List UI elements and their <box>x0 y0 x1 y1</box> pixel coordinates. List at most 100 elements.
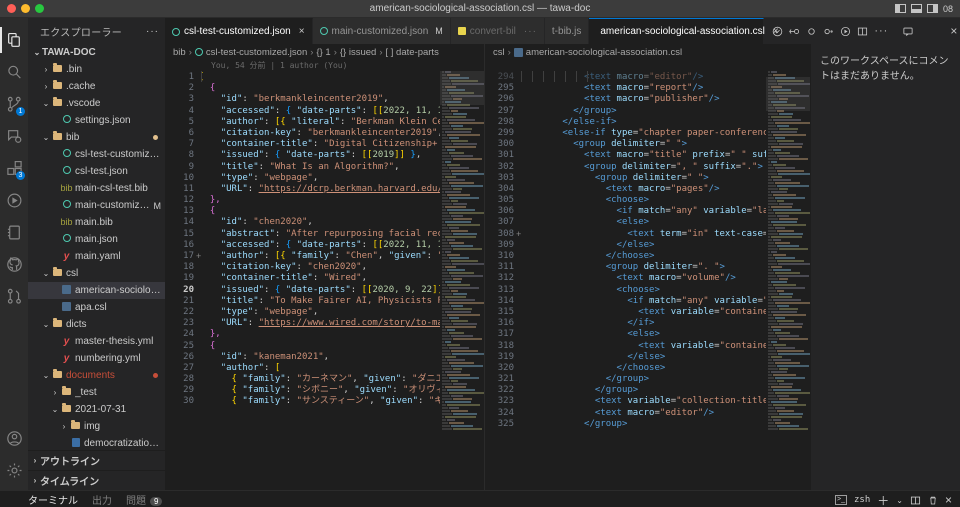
outline-section[interactable]: › アウトライン <box>28 450 165 470</box>
circle-icon[interactable] <box>806 26 817 37</box>
check-circle-icon[interactable] <box>772 26 783 37</box>
code-line[interactable]: [ <box>199 72 440 83</box>
code-line[interactable]: }, <box>199 195 440 206</box>
code-line[interactable]: "accessed": { "date-parts": [[2022, 11, … <box>199 106 440 117</box>
code-line[interactable]: <text variable="container-title" pr <box>519 307 766 318</box>
tree-item--cache[interactable]: › .cache <box>28 78 165 95</box>
code-line[interactable]: </else> <box>519 240 766 251</box>
code-line[interactable]: "id": "chen2020", <box>199 217 440 228</box>
code-line[interactable]: <text macro="pages"/> <box>519 184 766 195</box>
tree-item-img[interactable]: › img <box>28 418 165 435</box>
tree-item-democratization-term-pa-[interactable]: democratization_term-pa... <box>28 435 165 450</box>
minimize-window-button[interactable] <box>21 4 30 13</box>
explorer-more-icon[interactable]: ··· <box>146 26 159 37</box>
code-line[interactable]: "author": [{ "family": "Chen", "given": … <box>199 251 440 262</box>
code-line[interactable]: <if match="any" variable="language"/> <box>519 206 766 217</box>
twisty-icon[interactable]: › <box>41 82 51 91</box>
twisty-icon[interactable]: › <box>41 65 51 74</box>
minimap-right[interactable] <box>766 71 810 490</box>
twisty-icon[interactable]: ⌄ <box>50 405 60 414</box>
code-line[interactable]: { <box>199 206 440 217</box>
timeline-section[interactable]: › タイムライン <box>28 470 165 490</box>
tree-item-main-yaml[interactable]: y main.yaml <box>28 248 165 265</box>
code-line[interactable]: <group delimiter=". "> <box>519 262 766 273</box>
tab-close-icon[interactable]: × <box>299 26 305 37</box>
code-line[interactable]: "issued": { "date-parts": [[2020, 9, 22]… <box>199 285 440 296</box>
close-panel-icon[interactable]: × <box>945 493 952 507</box>
sidebar-item-notebook[interactable] <box>0 216 28 248</box>
tree-item--vscode[interactable]: ⌄ .vscode <box>28 95 165 112</box>
tree-item-documents[interactable]: ⌄ documents <box>28 367 165 384</box>
circle-dots-icon[interactable] <box>823 26 834 37</box>
tree-item-numbering-yml[interactable]: y numbering.yml <box>28 350 165 367</box>
code-line[interactable]: <text variable="collection-title" font-s… <box>519 396 766 407</box>
tree-item-csl-test-json[interactable]: csl-test.json <box>28 163 165 180</box>
code-line[interactable]: <else-if type="chapter paper-conference"… <box>519 128 766 139</box>
twisty-icon[interactable]: › <box>50 388 60 397</box>
editor-toolbar[interactable]: ··· × <box>764 18 960 44</box>
tree-item-main-json[interactable]: main.json <box>28 231 165 248</box>
fold-indicator-icon[interactable]: + <box>196 251 201 261</box>
code-line[interactable]: <text variable="container-title" fo <box>519 341 766 352</box>
code-line[interactable]: <choose> <box>519 285 766 296</box>
breadcrumb-right[interactable]: csl › american-sociological-association.… <box>485 44 810 60</box>
trash-icon[interactable] <box>928 495 938 506</box>
breadcrumb-item[interactable]: {} issued <box>340 47 376 58</box>
sidebar-item-search[interactable] <box>0 56 28 88</box>
toggle-secondary-sidebar-icon[interactable] <box>926 4 938 13</box>
toggle-primary-sidebar-icon[interactable] <box>894 4 906 13</box>
code-line[interactable]: "id": "berkmankleincenter2019", <box>199 94 440 105</box>
code-line[interactable]: <choose> <box>519 195 766 206</box>
tree-item-main-bib[interactable]: bib main.bib <box>28 214 165 231</box>
tree-item--test[interactable]: › _test <box>28 384 165 401</box>
code-line[interactable]: </group> <box>519 374 766 385</box>
twisty-icon[interactable]: ⌄ <box>41 269 51 278</box>
toggle-panel-icon[interactable] <box>910 4 922 13</box>
sidebar-item-explorer[interactable] <box>0 24 28 56</box>
account-icon[interactable] <box>0 422 28 454</box>
code-line[interactable]: "URL": "https://dcrp.berkman.harvard.edu… <box>199 184 440 195</box>
code-line[interactable]: "author": [{ "literal": "Berkman Klein C… <box>199 117 440 128</box>
panel-actions[interactable]: >_ zsh ＋ ⌄ × <box>835 492 952 507</box>
sidebar-item-run-debug[interactable] <box>0 120 28 152</box>
twisty-icon[interactable]: ⌄ <box>41 99 51 108</box>
code-line[interactable]: "citation-key": "chen2020", <box>199 262 440 273</box>
sidebar-item-testing[interactable] <box>0 184 28 216</box>
code-line[interactable]: "id": "kaneman2021", <box>199 352 440 363</box>
code-line[interactable]: "title": "To Make Fairer AI, Physicists … <box>199 296 440 307</box>
code-line[interactable]: <text macro="volume"/> <box>519 273 766 284</box>
close-window-button[interactable] <box>7 4 16 13</box>
code-line[interactable]: { "family": "シボニー", "given": "オリヴィエ" }, <box>199 385 440 396</box>
code-line[interactable]: <text macro="editor"/> <box>519 72 766 83</box>
breadcrumb-item[interactable]: {} 1 <box>316 47 330 58</box>
tab-overflow-icon[interactable]: ··· <box>524 26 537 37</box>
code-line[interactable]: "accessed": { "date-parts": [[2022, 11, … <box>199 240 440 251</box>
gear-icon[interactable] <box>0 454 28 486</box>
root-twisty-icon[interactable]: ⌄ <box>32 48 42 57</box>
code-line[interactable]: "author": [ <box>199 363 440 374</box>
tab-output[interactable]: 出力 <box>92 492 112 507</box>
code-line[interactable]: "title": "What Is an Algorithm?", <box>199 162 440 173</box>
code-line[interactable]: "URL": "https://www.wired.com/story/to-m… <box>199 318 440 329</box>
code-line[interactable]: { "family": "カーネマン", "given": "ダニエル" }, <box>199 374 440 385</box>
editor-tab-american-sociological-association-csl[interactable]: american-sociological-association.csl × <box>589 18 779 44</box>
code-line[interactable]: "citation-key": "berkmankleincenter2019"… <box>199 128 440 139</box>
code-line[interactable]: "issued": { "date-parts": [[2019]] }, <box>199 150 440 161</box>
twisty-icon[interactable]: ⌄ <box>41 371 51 380</box>
tree-item-main-customized-json[interactable]: main-customized.jsonM <box>28 197 165 214</box>
breadcrumb-item[interactable]: american-sociological-association.csl <box>526 47 682 58</box>
twisty-icon[interactable]: ⌄ <box>41 133 51 142</box>
twisty-icon[interactable]: ⌄ <box>41 320 51 329</box>
editor-tab-csl-test-customized-json[interactable]: csl-test-customized.json × <box>165 18 313 44</box>
code-line[interactable]: </else-if> <box>519 117 766 128</box>
tree-item-apa-csl[interactable]: apa.csl <box>28 299 165 316</box>
tree-item-csl[interactable]: ⌄ csl <box>28 265 165 282</box>
code-line[interactable]: "abstract": "After repurposing facial re… <box>199 229 440 240</box>
code-content-left[interactable]: [ { "id": "berkmankleincenter2019", "acc… <box>199 71 440 490</box>
comments-panel-icon[interactable] <box>902 26 914 37</box>
code-line[interactable]: <group delimiter=" "> <box>519 139 766 150</box>
breadcrumb-item[interactable]: bib <box>173 47 186 58</box>
code-line[interactable]: { "family": "サンスティーン", "given": "キャス" } <box>199 396 440 407</box>
editor-tab-main-customized-json[interactable]: main-customized.json M <box>312 18 451 44</box>
code-line[interactable]: <text macro="title" prefix=" " suffix=".… <box>519 150 766 161</box>
